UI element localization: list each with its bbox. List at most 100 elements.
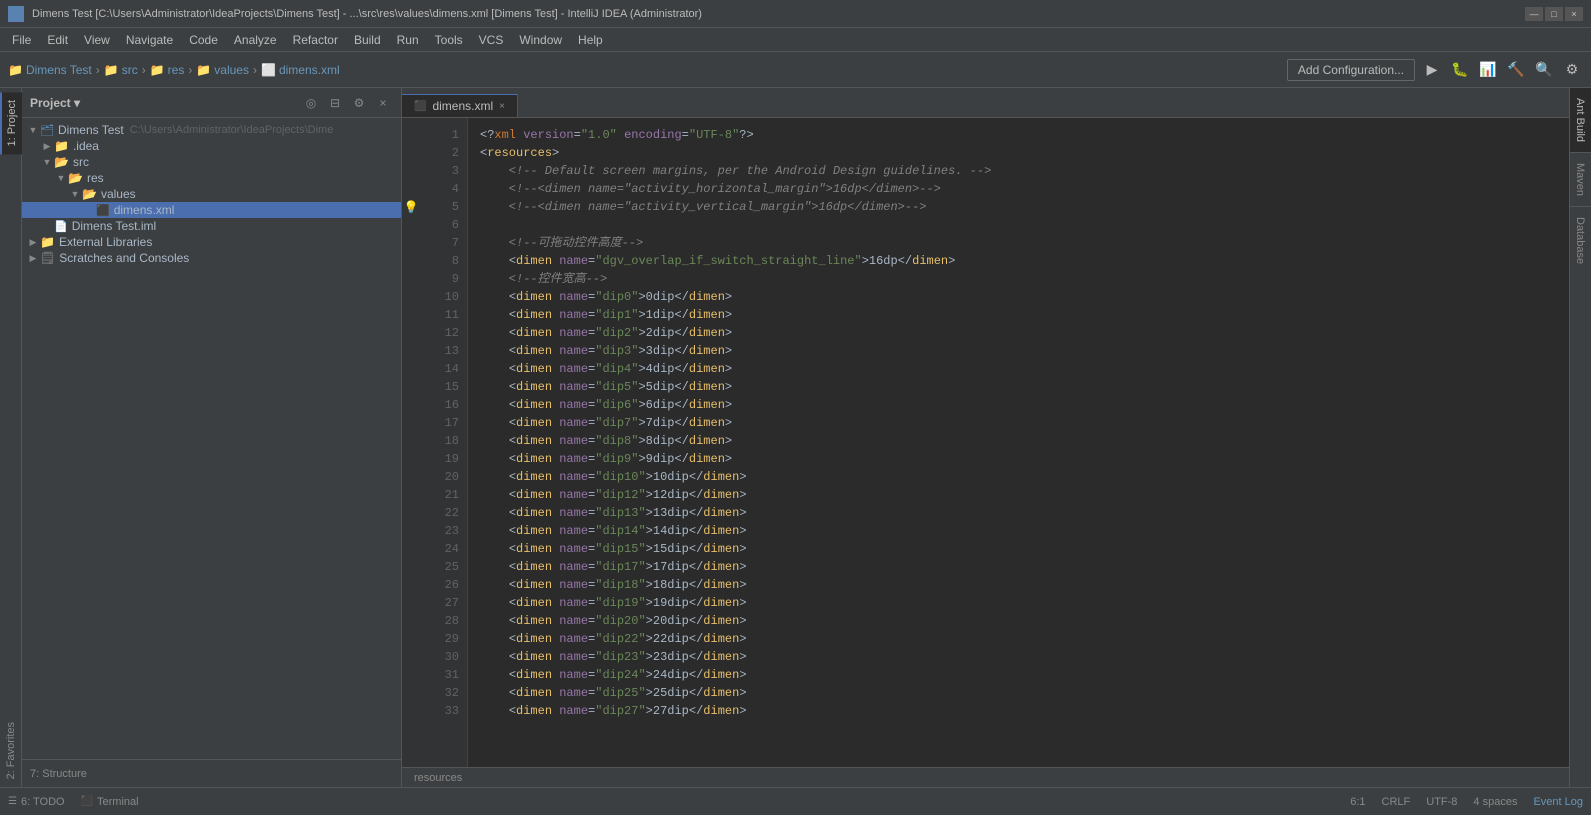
- line-num-16: 16: [420, 396, 459, 414]
- gutter-line-15: [402, 378, 420, 396]
- menu-file[interactable]: File: [4, 31, 39, 49]
- breadcrumb-project[interactable]: 📁 Dimens Test: [8, 63, 92, 77]
- tree-item-root[interactable]: ▼ 🗂 Dimens Test C:\Users\Administrator\I…: [22, 122, 401, 138]
- iml-icon: 📄: [54, 220, 68, 233]
- file-tree: ▼ 🗂 Dimens Test C:\Users\Administrator\I…: [22, 118, 401, 759]
- structure-tab-label[interactable]: 7: Structure: [30, 768, 87, 780]
- menu-refactor[interactable]: Refactor: [285, 31, 346, 49]
- code-line-13: <dimen name="dip3">3dip</dimen>: [480, 342, 1557, 360]
- gutter-line-31: [402, 666, 420, 684]
- menu-run[interactable]: Run: [389, 31, 427, 49]
- gutter-line-12: [402, 324, 420, 342]
- code-line-12: <dimen name="dip2">2dip</dimen>: [480, 324, 1557, 342]
- window-controls: — □ ×: [1525, 7, 1583, 21]
- menu-tools[interactable]: Tools: [427, 31, 471, 49]
- line-num-30: 30: [420, 648, 459, 666]
- breadcrumb-src[interactable]: 📁 src: [104, 63, 138, 77]
- line-num-27: 27: [420, 594, 459, 612]
- menu-window[interactable]: Window: [511, 31, 570, 49]
- tab-close-button[interactable]: ×: [499, 101, 505, 112]
- line-num-5: 5: [420, 198, 459, 216]
- menu-analyze[interactable]: Analyze: [226, 31, 285, 49]
- todo-label: 6: TODO: [21, 796, 65, 808]
- line-num-9: 9: [420, 270, 459, 288]
- project-icon: 🗂: [40, 124, 54, 137]
- line-num-3: 3: [420, 162, 459, 180]
- todo-tab[interactable]: ☰ 6: TODO: [8, 796, 65, 808]
- gutter-line-22: [402, 504, 420, 522]
- terminal-tab[interactable]: ⬛ Terminal: [81, 796, 139, 808]
- tree-item-dimens-xml[interactable]: ⬛ dimens.xml: [22, 202, 401, 218]
- database-tab[interactable]: Database: [1570, 207, 1591, 274]
- run-button[interactable]: ▶: [1421, 59, 1443, 81]
- tree-item-values[interactable]: ▼ 📂 values: [22, 186, 401, 202]
- debug-button[interactable]: 🐛: [1449, 59, 1471, 81]
- tree-label-idea: .idea: [73, 139, 99, 153]
- tree-item-res[interactable]: ▼ 📂 res: [22, 170, 401, 186]
- settings-button[interactable]: ⚙: [1561, 59, 1583, 81]
- tree-item-iml[interactable]: 📄 Dimens Test.iml: [22, 218, 401, 234]
- line-num-1: 1: [420, 126, 459, 144]
- close-panel-button[interactable]: ×: [373, 93, 393, 113]
- menu-view[interactable]: View: [76, 31, 118, 49]
- tree-item-src[interactable]: ▼ 📂 src: [22, 154, 401, 170]
- gutter-line-5[interactable]: 💡: [402, 198, 420, 216]
- minimize-button[interactable]: —: [1525, 7, 1543, 21]
- code-line-17: <dimen name="dip7">7dip</dimen>: [480, 414, 1557, 432]
- project-tab[interactable]: 1: Project: [0, 92, 22, 154]
- code-line-11: <dimen name="dip1">1dip</dimen>: [480, 306, 1557, 324]
- editor-tab-dimens[interactable]: ⬛ dimens.xml ×: [402, 94, 518, 117]
- menu-edit[interactable]: Edit: [39, 31, 76, 49]
- code-content[interactable]: <?xml version="1.0" encoding="UTF-8"?> <…: [468, 118, 1569, 767]
- tree-label-dimens-xml: dimens.xml: [114, 203, 175, 217]
- breadcrumb-res[interactable]: 📁 res: [150, 63, 185, 77]
- collapse-all-button[interactable]: ⊟: [325, 93, 345, 113]
- tree-item-scratches[interactable]: ▶ 🗒 Scratches and Consoles: [22, 250, 401, 266]
- favorites-tab[interactable]: 2: Favorites: [1, 714, 21, 787]
- locate-file-button[interactable]: ◎: [301, 93, 321, 113]
- structure-bottom-tab: 7: Structure: [22, 759, 401, 787]
- gutter-line-24: [402, 540, 420, 558]
- breadcrumb-sep-1: ›: [96, 63, 100, 77]
- terminal-label: Terminal: [97, 796, 139, 808]
- close-button[interactable]: ×: [1565, 7, 1583, 21]
- breadcrumb-values[interactable]: 📁 values: [196, 63, 249, 77]
- gutter-line-4: [402, 180, 420, 198]
- folder-idea-icon: 📁: [54, 139, 69, 153]
- gutter-line-18: [402, 432, 420, 450]
- tree-item-idea[interactable]: ▶ 📁 .idea: [22, 138, 401, 154]
- tree-item-ext-libs[interactable]: ▶ 📁 External Libraries: [22, 234, 401, 250]
- xml-icon: ⬛: [96, 204, 110, 217]
- menu-vcs[interactable]: VCS: [471, 31, 512, 49]
- project-sidebar: Project ▾ ◎ ⊟ ⚙ × ▼ 🗂 Dimens Test C:\Use…: [22, 88, 402, 787]
- maximize-button[interactable]: □: [1545, 7, 1563, 21]
- line-num-2: 2: [420, 144, 459, 162]
- menu-build[interactable]: Build: [346, 31, 389, 49]
- folder-res-icon: 📂: [68, 171, 83, 185]
- build-button[interactable]: 🔨: [1505, 59, 1527, 81]
- arrow-root: ▼: [26, 125, 40, 135]
- gutter-line-2: [402, 144, 420, 162]
- bulb-icon[interactable]: 💡: [404, 200, 419, 214]
- breadcrumb-file[interactable]: ⬜ dimens.xml: [261, 63, 340, 77]
- menu-navigate[interactable]: Navigate: [118, 31, 181, 49]
- ant-build-tab[interactable]: Ant Build: [1570, 88, 1591, 153]
- gutter-line-10: [402, 288, 420, 306]
- maven-tab[interactable]: Maven: [1570, 153, 1591, 207]
- code-line-6: [480, 216, 1557, 234]
- search-button[interactable]: 🔍: [1533, 59, 1555, 81]
- folder-icon-values: 📁: [196, 63, 211, 77]
- line-num-14: 14: [420, 360, 459, 378]
- gutter-line-11: [402, 306, 420, 324]
- line-num-31: 31: [420, 666, 459, 684]
- menu-help[interactable]: Help: [570, 31, 611, 49]
- settings-panel-button[interactable]: ⚙: [349, 93, 369, 113]
- add-configuration-button[interactable]: Add Configuration...: [1287, 59, 1415, 81]
- code-line-4: <!--<dimen name="activity_horizontal_mar…: [480, 180, 1557, 198]
- arrow-scratches: ▶: [26, 253, 40, 264]
- profile-button[interactable]: 📊: [1477, 59, 1499, 81]
- event-log[interactable]: Event Log: [1533, 796, 1583, 808]
- menu-code[interactable]: Code: [181, 31, 226, 49]
- gutter-line-29: [402, 630, 420, 648]
- line-num-25: 25: [420, 558, 459, 576]
